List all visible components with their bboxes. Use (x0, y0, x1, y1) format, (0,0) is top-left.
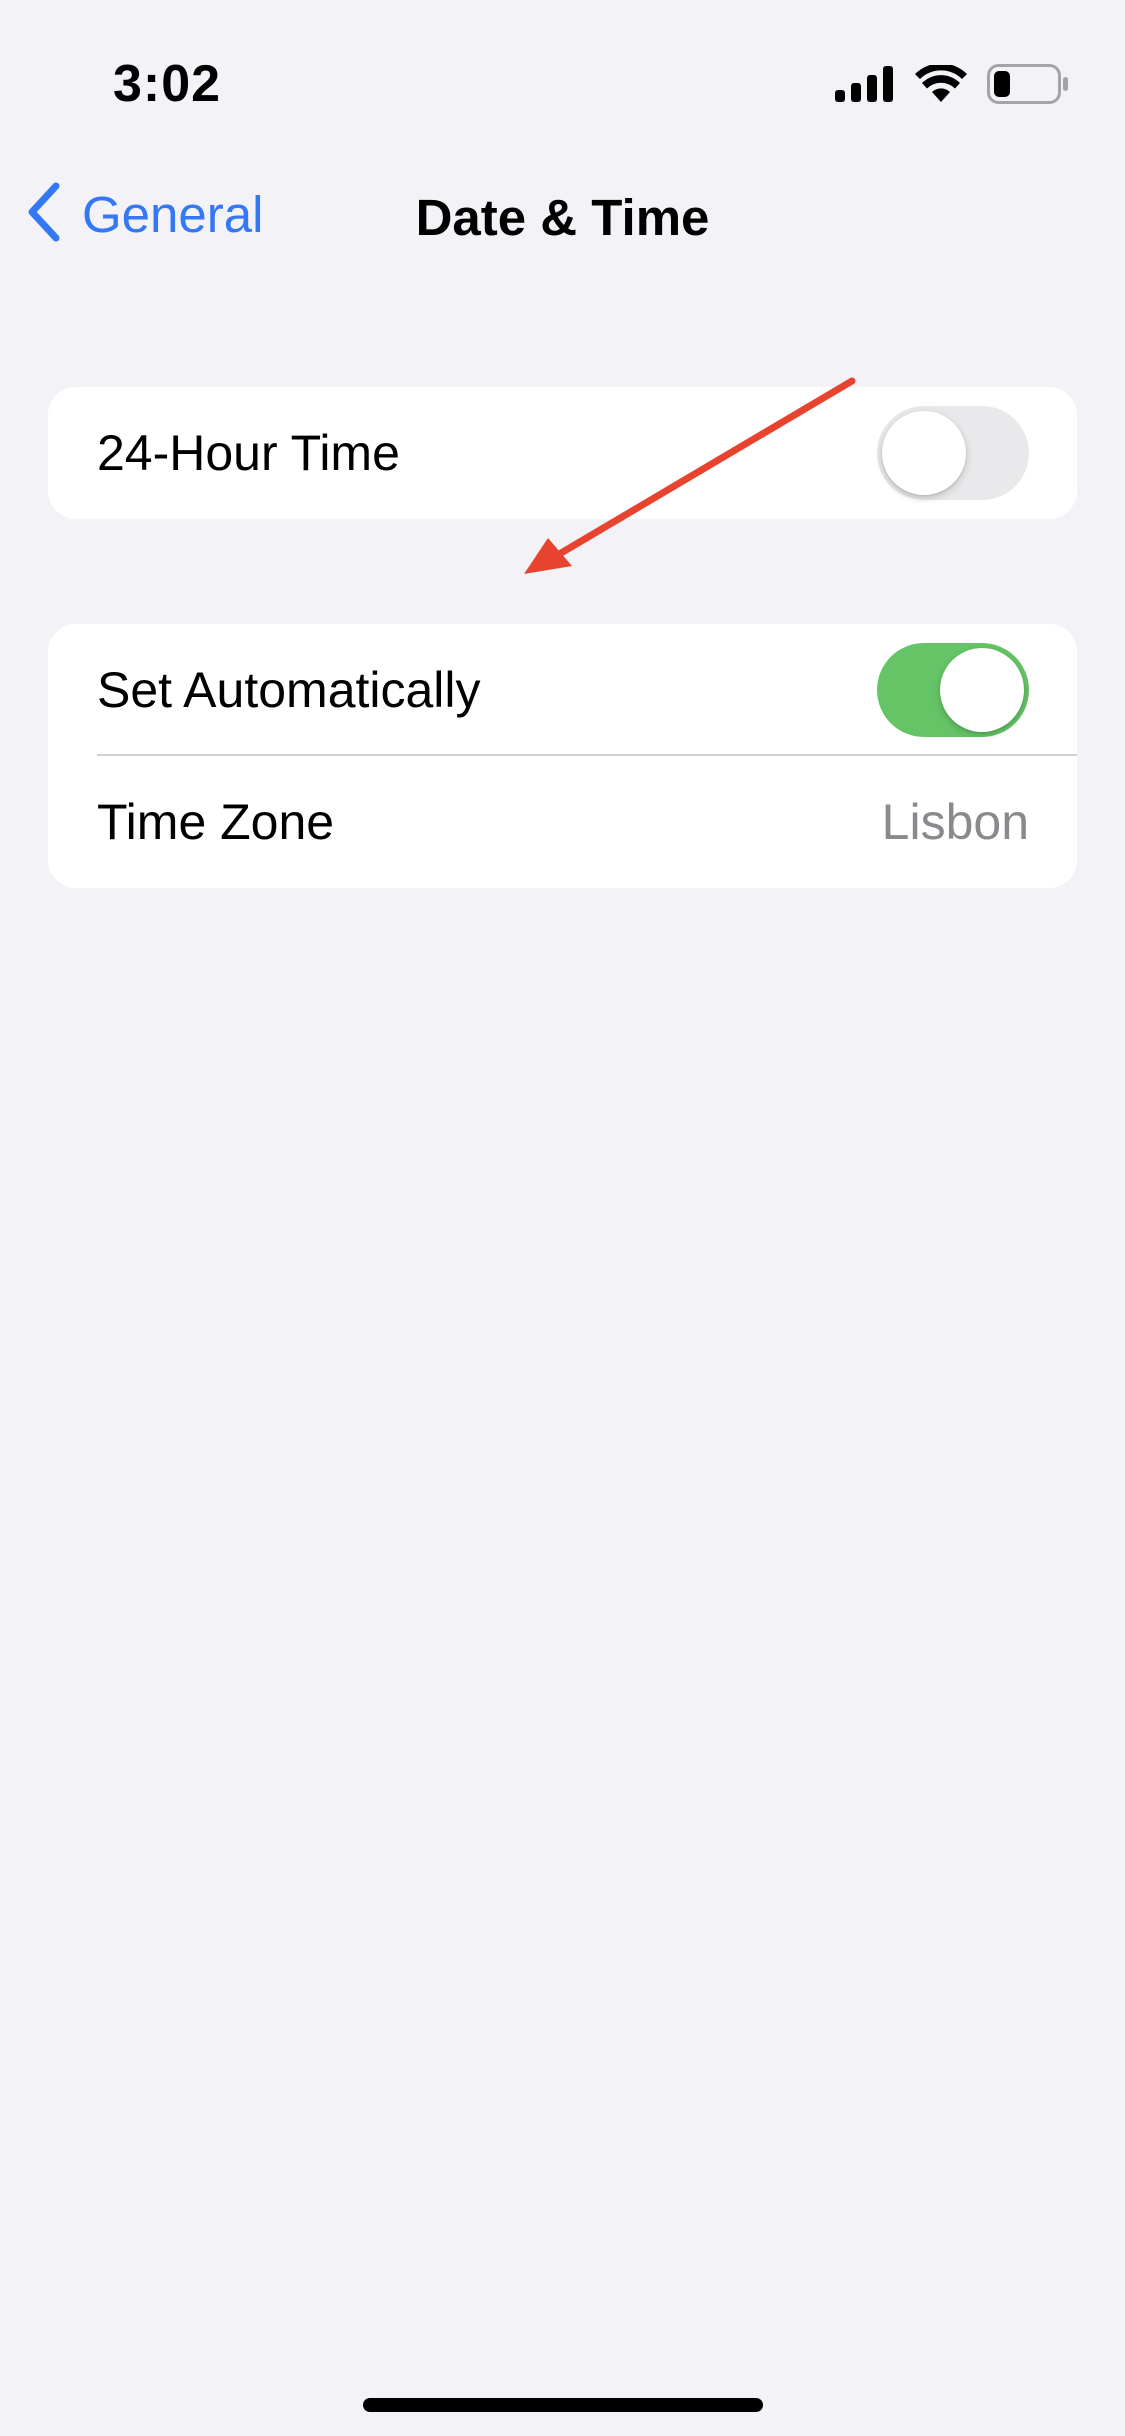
row-24-hour-time: 24-Hour Time (48, 387, 1077, 519)
cellular-signal-icon (835, 66, 895, 102)
status-bar: 3:02 (0, 0, 1125, 150)
toggle-knob (940, 648, 1024, 732)
page-title: Date & Time (415, 189, 710, 246)
home-indicator (363, 2398, 763, 2412)
status-time: 3:02 (113, 55, 222, 113)
status-icons (835, 64, 1069, 104)
automatic-time-group: Set Automatically Time Zone Lisbon (48, 624, 1077, 888)
time-format-group: 24-Hour Time (48, 387, 1077, 519)
row-time-zone-value: Lisbon (881, 794, 1029, 850)
toggle-set-automatically[interactable] (877, 643, 1029, 737)
annotation-arrow (524, 377, 856, 574)
battery-icon (987, 64, 1069, 104)
row-time-zone[interactable]: Time Zone Lisbon (48, 756, 1077, 888)
toggle-24-hour-time[interactable] (877, 406, 1029, 500)
navigation-bar: General Date & Time (0, 170, 1125, 260)
row-time-zone-label: Time Zone (97, 794, 335, 850)
toggle-knob (882, 411, 966, 495)
row-set-automatically-label: Set Automatically (97, 662, 481, 718)
wifi-icon (915, 65, 967, 103)
row-set-automatically: Set Automatically (48, 624, 1077, 756)
row-24-hour-time-label: 24-Hour Time (97, 425, 400, 481)
